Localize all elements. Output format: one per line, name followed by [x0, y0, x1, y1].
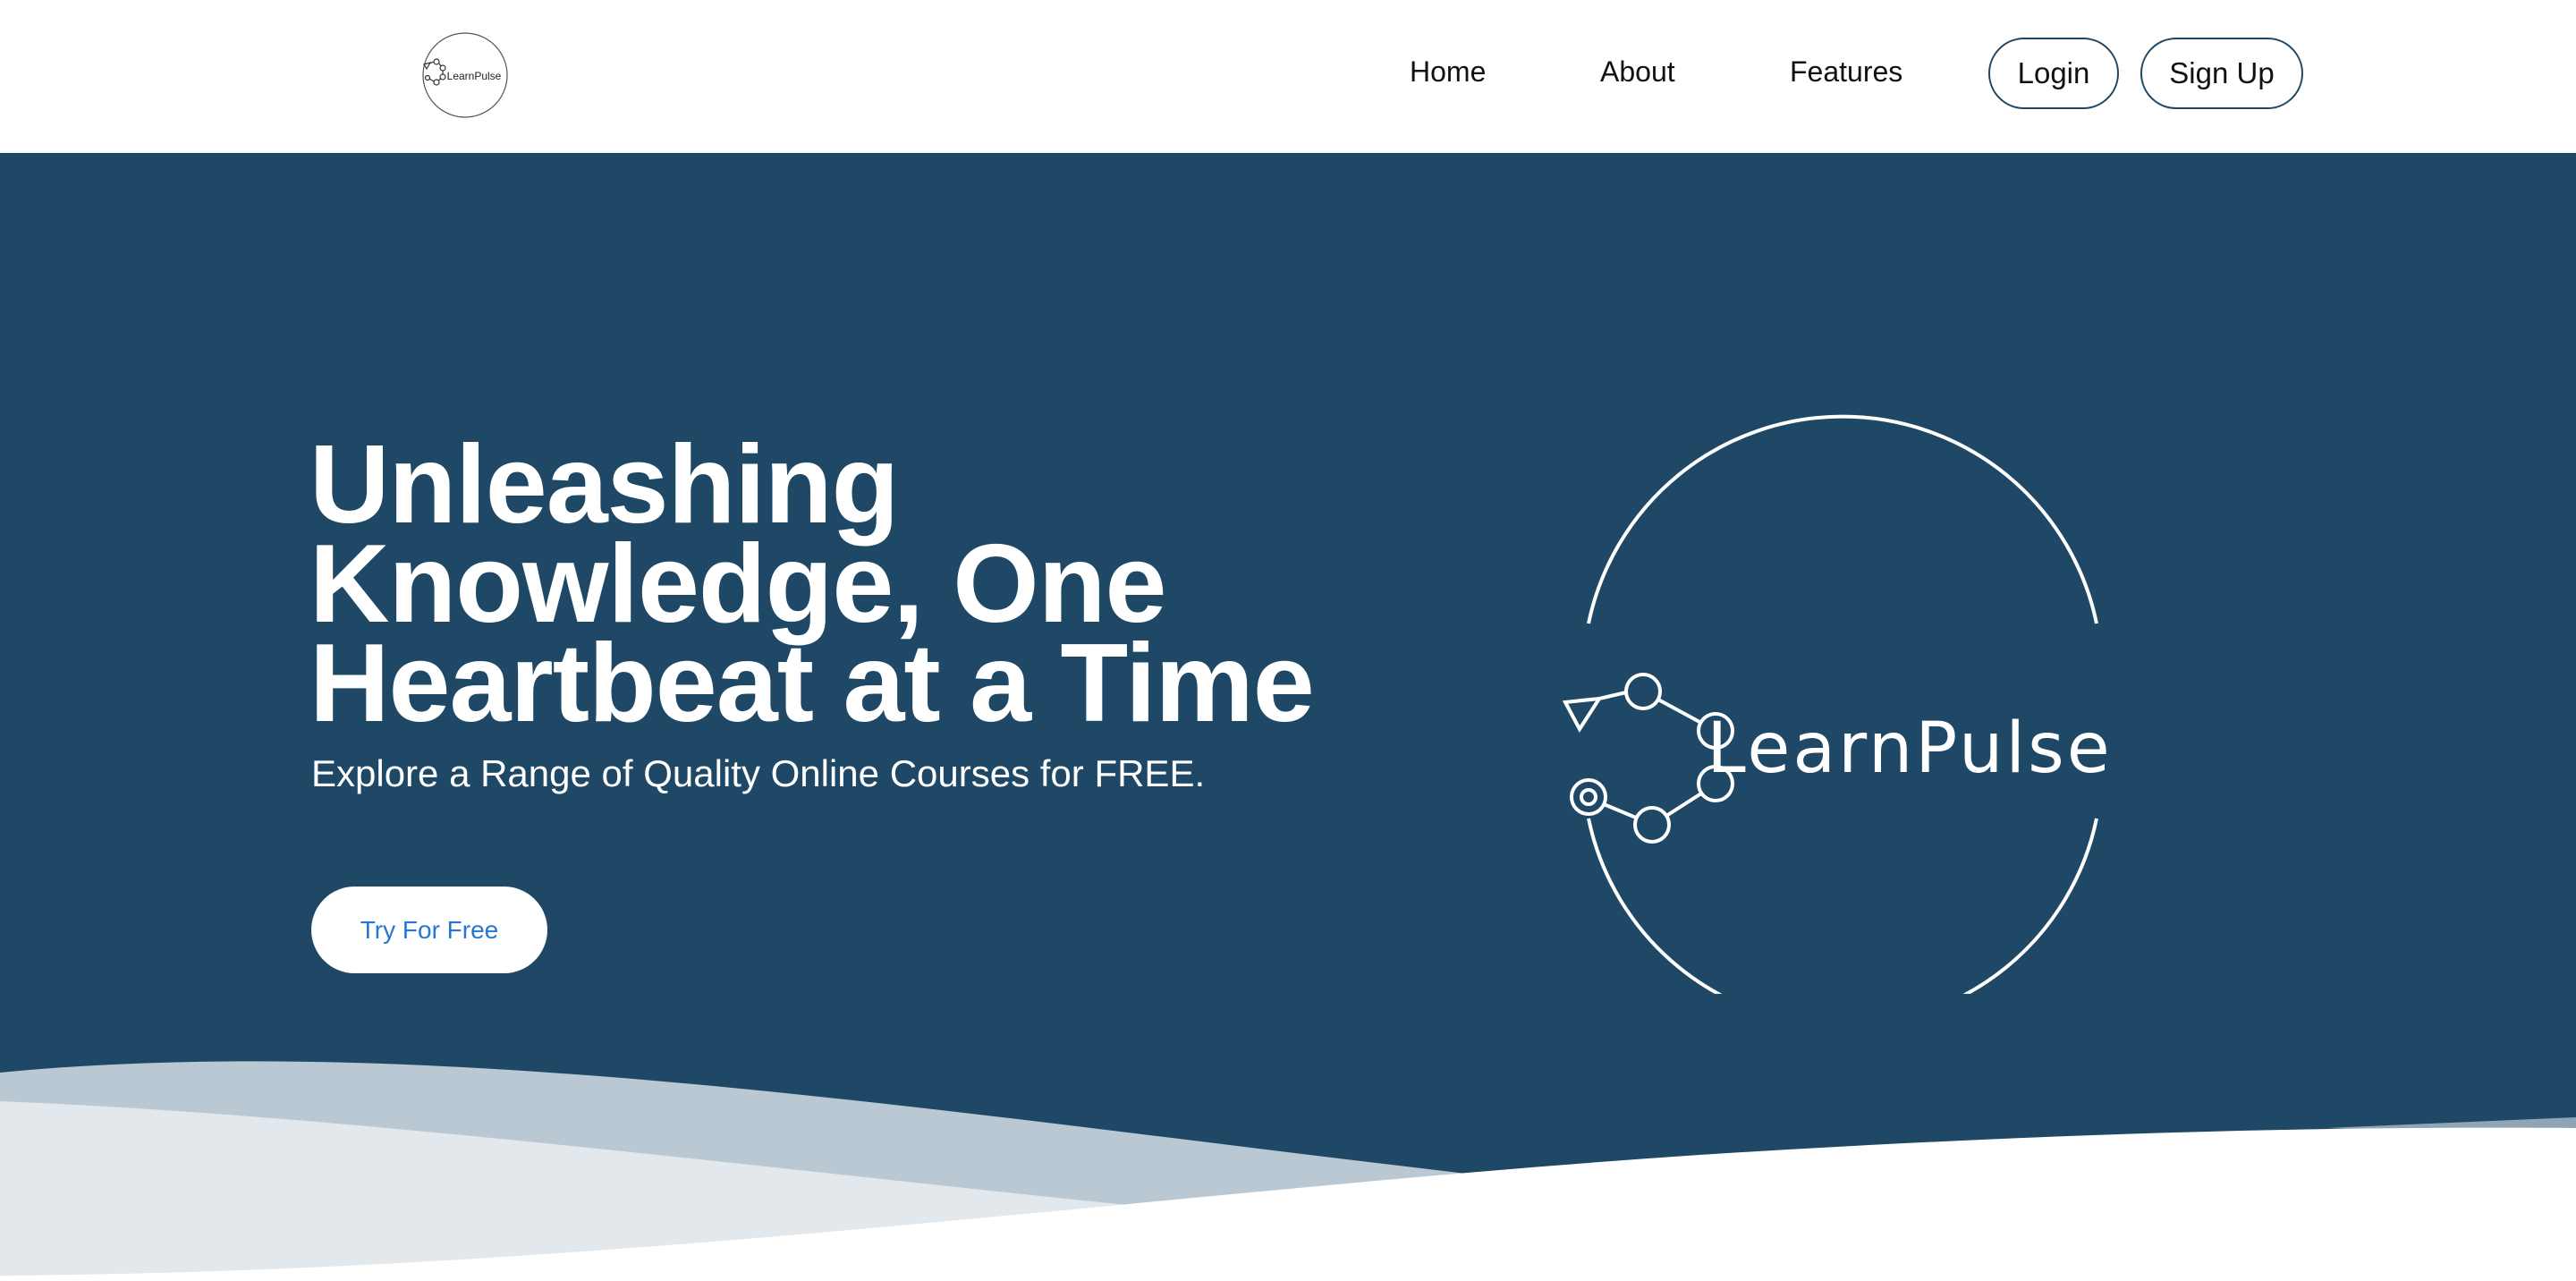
nav-home-link[interactable]: Home: [1410, 52, 1486, 91]
login-button[interactable]: Login: [1988, 38, 2119, 109]
hero-subtitle: Explore a Range of Quality Online Course…: [311, 752, 1206, 794]
learnpulse-logo-icon: LearnPulse: [1562, 414, 2112, 994]
hero-logo-text: LearnPulse: [1707, 708, 2112, 789]
signup-button[interactable]: Sign Up: [2140, 38, 2303, 109]
logo-small-text: LearnPulse: [447, 70, 502, 82]
site-header: LearnPulse Home About Features Login Sig…: [0, 0, 2576, 153]
nav-about-link[interactable]: About: [1600, 52, 1675, 91]
nav-features-link[interactable]: Features: [1790, 52, 1902, 91]
hero-title: Unleashing Knowledge, One Heartbeat at a…: [309, 423, 1315, 745]
hero-wave-decoration: [0, 1061, 2576, 1281]
learnpulse-logo-icon[interactable]: LearnPulse: [420, 30, 510, 120]
hero-section: Unleashing Knowledge, One Heartbeat at a…: [0, 153, 2576, 1281]
try-for-free-button[interactable]: Try For Free: [311, 887, 547, 973]
